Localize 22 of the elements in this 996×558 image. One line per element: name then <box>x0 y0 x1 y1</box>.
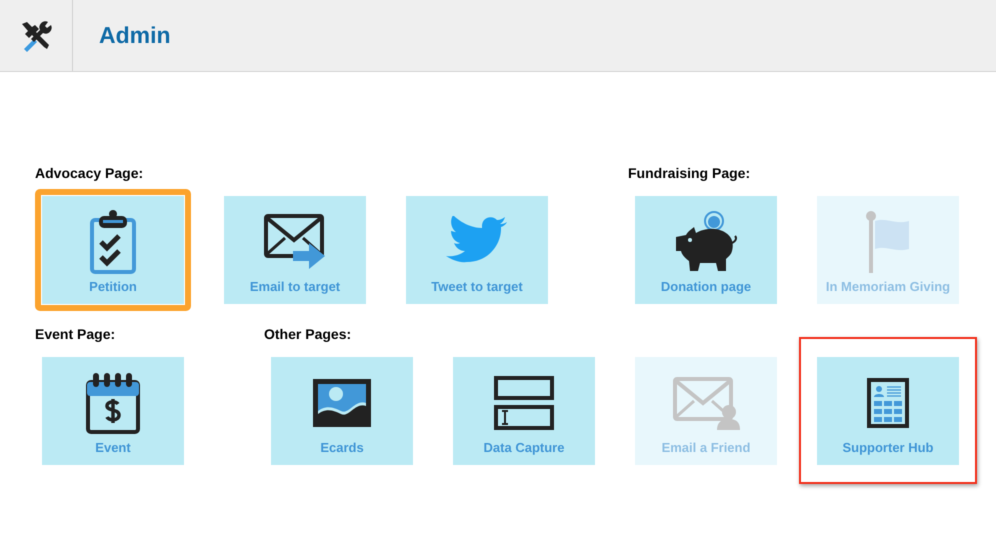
page-type-tile[interactable]: Donation page <box>635 196 777 304</box>
page-type-tile[interactable]: Ecards <box>271 357 413 465</box>
page-type-tile[interactable]: Supporter Hub <box>817 357 959 465</box>
page-type-tile[interactable]: Tweet to target <box>406 196 548 304</box>
page-type-tile[interactable]: Petition <box>42 196 184 304</box>
flag-icon <box>865 211 911 273</box>
calendar-icon <box>85 372 141 434</box>
form-fields-icon <box>493 375 555 431</box>
page-type-tile[interactable]: Email to target <box>224 196 366 304</box>
piggy-bank-icon <box>674 211 738 273</box>
section-heading: Advocacy Page: <box>35 165 144 181</box>
envelope-arrow-icon <box>263 213 327 271</box>
section-heading: Other Pages: <box>264 326 352 342</box>
clipboard-icon <box>89 210 137 274</box>
page-type-tile[interactable]: Data Capture <box>453 357 595 465</box>
page-type-tile[interactable]: Event <box>42 357 184 465</box>
envelope-person-icon <box>672 376 740 430</box>
section-heading: Event Page: <box>35 326 116 342</box>
page-title: Admin <box>99 21 171 50</box>
picture-frame-icon <box>311 377 373 429</box>
directory-card-icon <box>865 376 911 430</box>
section-heading: Fundraising Page: <box>628 165 752 181</box>
